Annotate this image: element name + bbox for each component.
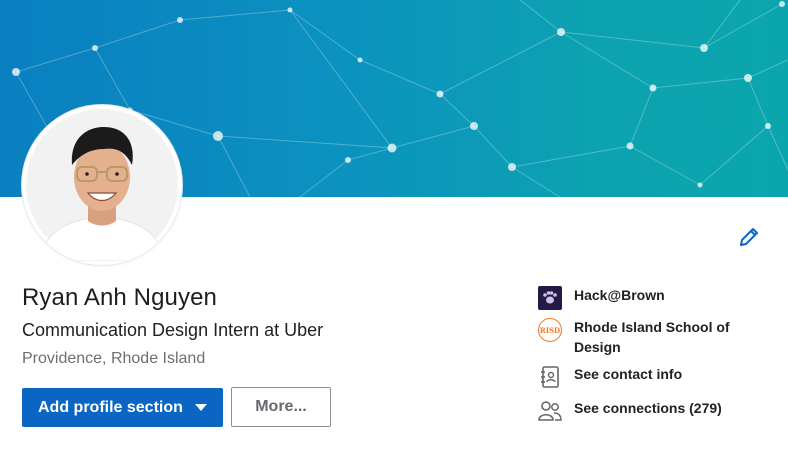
edit-profile-button[interactable] bbox=[736, 224, 762, 250]
portrait-image bbox=[26, 109, 178, 261]
profile-location: Providence, Rhode Island bbox=[22, 350, 206, 367]
sidebar-item-contact-info[interactable]: See contact info bbox=[537, 364, 744, 390]
sidebar-item-label: See contact info bbox=[574, 366, 683, 382]
caret-down-icon bbox=[195, 404, 207, 411]
sidebar-item-label: See connections (279) bbox=[574, 400, 722, 416]
more-button[interactable]: More... bbox=[231, 387, 331, 427]
people-icon bbox=[537, 398, 563, 424]
more-button-label: More... bbox=[255, 398, 307, 415]
profile-headline: Communication Design Intern at Uber bbox=[22, 320, 324, 340]
profile-avatar[interactable] bbox=[22, 105, 182, 265]
sidebar-item-hack-brown[interactable]: Hack@Brown bbox=[537, 285, 744, 311]
profile-name: Ryan Anh Nguyen bbox=[22, 284, 217, 311]
sidebar-item-label: Rhode Island School of Design bbox=[574, 319, 730, 355]
hack-brown-logo-icon bbox=[537, 285, 563, 311]
pencil-icon bbox=[740, 228, 758, 246]
contact-card-icon bbox=[537, 364, 563, 390]
risd-logo-icon: RISD bbox=[537, 317, 563, 343]
sidebar-item-connections[interactable]: See connections (279) bbox=[537, 398, 744, 424]
sidebar-item-risd[interactable]: RISD Rhode Island School of Design bbox=[537, 317, 744, 357]
sidebar-item-label: Hack@Brown bbox=[574, 287, 665, 303]
add-profile-section-button[interactable]: Add profile section bbox=[22, 388, 223, 427]
add-profile-section-label: Add profile section bbox=[38, 398, 183, 416]
